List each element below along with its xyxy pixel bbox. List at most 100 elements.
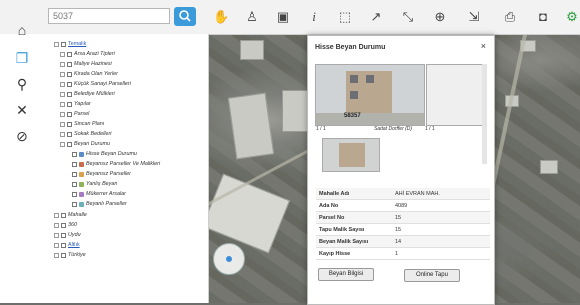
close-icon[interactable]: × [481, 41, 486, 51]
expand-icon[interactable] [60, 51, 65, 57]
expand-icon[interactable] [60, 91, 65, 97]
tree-node[interactable]: Hisse Beyan Durumu [72, 150, 137, 158]
layer-checkbox[interactable] [67, 101, 72, 107]
image-icon[interactable]: ▣ [275, 9, 291, 25]
person-icon[interactable]: ♙ [244, 9, 260, 25]
building-photo[interactable]: 58357 [315, 64, 425, 126]
tree-node-label: Altlık [68, 242, 80, 248]
declaration-info-button[interactable]: Beyan Bilgisi [318, 268, 374, 281]
layer-checkbox[interactable] [61, 252, 66, 258]
parcel-info-table: Mahalle Adı AHİ EVRAN MAH. Ada No 4089 Parse… [316, 188, 490, 260]
pan-center[interactable] [226, 256, 232, 262]
layer-checkbox[interactable] [61, 222, 66, 228]
tree-node[interactable]: Uydu [54, 231, 81, 239]
expand-icon[interactable] [54, 212, 59, 218]
tree-node[interactable]: Beyansız Parseller Ve Malikleri [72, 160, 160, 168]
tree-node[interactable]: Yapılar [60, 100, 91, 108]
search-input[interactable] [48, 8, 170, 24]
hand-pan-icon[interactable]: ✋ [213, 9, 229, 25]
collapse-icon[interactable] [54, 41, 59, 47]
expand-icon[interactable] [54, 242, 59, 248]
layer-checkbox[interactable] [67, 61, 72, 67]
tree-node-label: Küçük Sanayi Parselleri [74, 81, 131, 87]
scrollbar[interactable] [482, 64, 487, 164]
map-building [282, 90, 310, 132]
home-icon[interactable]: ⌂ [14, 22, 30, 38]
settings-icon[interactable]: ⚙ [564, 9, 580, 25]
expand-icon[interactable] [60, 101, 65, 107]
pager-right: 1 / 1 [425, 126, 435, 132]
export-icon[interactable]: ⇲ [466, 9, 482, 25]
expand-icon[interactable] [54, 222, 59, 228]
layer-checkbox[interactable] [67, 81, 72, 87]
map-pan-control[interactable] [213, 243, 245, 275]
expand-icon[interactable] [60, 81, 65, 87]
expand-icon[interactable] [54, 252, 59, 258]
tree-node[interactable]: Sokak Bedelleri [60, 130, 111, 138]
printer-icon[interactable]: ⎙ [502, 9, 518, 25]
expand-icon[interactable] [60, 111, 65, 117]
tools-icon[interactable]: ✕ [14, 102, 30, 118]
search-button[interactable] [174, 7, 196, 26]
collapse-icon[interactable] [60, 141, 65, 147]
tree-node[interactable]: Beyanlı Parseller [72, 200, 127, 208]
polyline-icon[interactable]: ↗ [368, 9, 384, 25]
map-building [227, 92, 275, 160]
tree-node[interactable]: Mükerrer Arsalar [72, 190, 126, 198]
layer-tree-panel: Temalik Arsa Arazi Tipleri Maliye Hazinesi… [44, 34, 209, 303]
layer-checkbox[interactable] [72, 181, 77, 187]
tree-node-label: Beyansız Parseller Ve Malikleri [86, 161, 161, 167]
layer-checkbox[interactable] [72, 201, 77, 207]
measure-icon[interactable]: ⤡ [400, 9, 416, 25]
building-thumbnail[interactable] [322, 138, 380, 172]
expand-icon[interactable] [60, 131, 65, 137]
layer-checkbox[interactable] [61, 41, 66, 47]
tree-node[interactable]: Temalik [54, 40, 86, 48]
tree-node[interactable]: Belediye Mülkleri [60, 90, 115, 98]
tree-node[interactable]: Mahalle [54, 211, 87, 219]
expand-icon[interactable] [60, 121, 65, 127]
layer-checkbox[interactable] [67, 131, 72, 137]
tree-node[interactable]: Arsa Arazi Tipleri [60, 50, 115, 58]
info-icon[interactable]: i [306, 9, 322, 25]
tree-node[interactable]: Türkiye [54, 251, 86, 259]
tree-node[interactable]: Beyan Durumu [60, 140, 110, 148]
select-box-icon[interactable]: ⬚ [337, 9, 353, 25]
tree-node[interactable]: Sincan Planı [60, 120, 104, 128]
layer-checkbox[interactable] [72, 161, 77, 167]
layer-legend-icon [79, 181, 84, 187]
layer-checkbox[interactable] [67, 141, 72, 147]
online-deed-button[interactable]: Online Tapu [404, 269, 460, 282]
expand-icon[interactable] [60, 61, 65, 67]
tree-node[interactable]: Altlık [54, 241, 80, 249]
tree-node[interactable]: Küçük Sanayi Parselleri [60, 80, 131, 88]
expand-icon[interactable] [54, 232, 59, 238]
tree-node-label: 360 [68, 222, 77, 228]
layer-checkbox[interactable] [72, 151, 77, 157]
tree-node[interactable]: Parsel [60, 110, 89, 118]
layer-checkbox[interactable] [67, 121, 72, 127]
layers-icon[interactable]: ❐ [14, 50, 30, 66]
layer-checkbox[interactable] [67, 51, 72, 57]
tree-node[interactable]: Kirada Olan Yerler [60, 70, 118, 78]
layer-checkbox[interactable] [61, 212, 66, 218]
layer-checkbox[interactable] [61, 242, 66, 248]
compass-icon[interactable]: ⊘ [14, 128, 30, 144]
layer-checkbox[interactable] [67, 91, 72, 97]
layer-legend-icon [79, 201, 84, 207]
tree-node[interactable]: 360 [54, 221, 77, 229]
layer-checkbox[interactable] [72, 191, 77, 197]
tree-node[interactable]: Maliye Hazinesi [60, 60, 112, 68]
row-key: Parsel No [316, 211, 392, 224]
layer-checkbox[interactable] [72, 171, 77, 177]
globe-icon[interactable]: ⊕ [432, 9, 448, 25]
tree-node[interactable]: Beyansız Parseller [72, 170, 131, 178]
tree-node-label: Kirada Olan Yerler [74, 71, 118, 77]
expand-icon[interactable] [60, 71, 65, 77]
layer-checkbox[interactable] [67, 71, 72, 77]
search-icon[interactable]: ⚲ [14, 76, 30, 92]
camera-icon[interactable]: ◘ [535, 9, 551, 25]
tree-node[interactable]: Yanlış Beyan [72, 180, 117, 188]
layer-checkbox[interactable] [61, 232, 66, 238]
layer-checkbox[interactable] [67, 111, 72, 117]
